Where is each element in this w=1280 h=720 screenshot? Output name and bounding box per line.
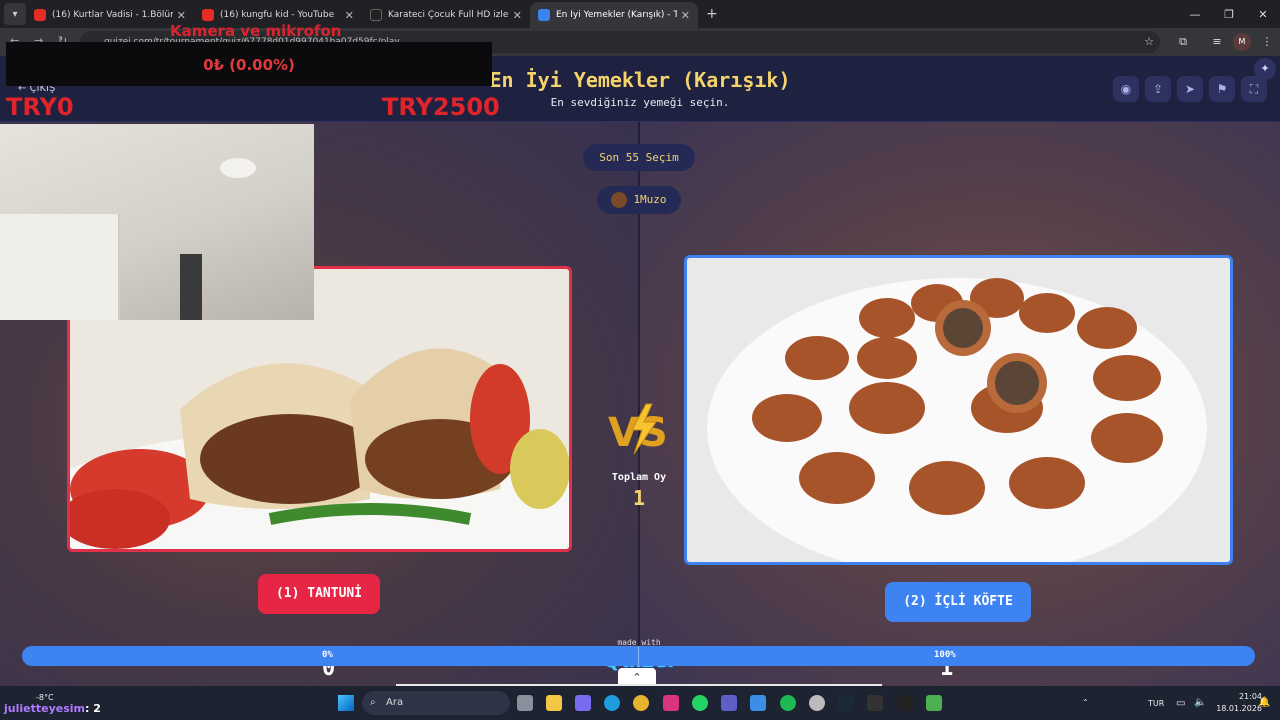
overlay-try-right: TRY2500 bbox=[382, 93, 500, 121]
close-tab-icon[interactable]: ✕ bbox=[177, 9, 186, 22]
instagram-icon[interactable] bbox=[663, 695, 679, 711]
search-icon: ⌕ bbox=[370, 697, 376, 708]
media-controls-icon[interactable]: ≡ bbox=[1208, 33, 1226, 51]
eye-icon[interactable]: ◉ bbox=[1113, 76, 1139, 102]
android-app-icon[interactable] bbox=[926, 695, 942, 711]
browser-tab-1[interactable]: (16) Kurtlar Vadisi - 1.Bölüm | Fi ✕ bbox=[26, 2, 194, 28]
new-tab-plus-icon[interactable]: + bbox=[706, 6, 718, 22]
language-indicator[interactable]: TUR bbox=[1148, 699, 1164, 708]
share-icon[interactable]: ⇪ bbox=[1145, 76, 1171, 102]
network-icon[interactable]: ▭ bbox=[1176, 698, 1185, 709]
round-pill: Son 55 Seçim bbox=[583, 144, 695, 171]
teams-icon[interactable] bbox=[721, 695, 737, 711]
chat-count: : 2 bbox=[85, 702, 101, 715]
tab-title: Karateci Çocuk Full HD izle bbox=[388, 10, 509, 20]
icli-kofte-image bbox=[687, 258, 1230, 562]
maximize-icon[interactable]: ❐ bbox=[1212, 8, 1246, 21]
vote-progress-bar: 0% 100% bbox=[22, 646, 1255, 666]
epic-games-icon[interactable] bbox=[867, 695, 883, 711]
youtube-favicon-icon bbox=[34, 9, 46, 21]
volume-icon[interactable]: 🔈 bbox=[1194, 697, 1206, 708]
store-icon[interactable] bbox=[750, 695, 766, 711]
user-avatar bbox=[611, 192, 628, 208]
windows-taskbar: julietteyesim: 2 -8°C ⌕ Ara ⌃ TUR ▭ 🔈 21… bbox=[0, 686, 1280, 720]
bookmark-star-icon[interactable]: ☆ bbox=[1140, 33, 1158, 51]
tab-search-chevron-icon[interactable]: ▾ bbox=[4, 3, 26, 25]
file-explorer-icon[interactable] bbox=[546, 695, 562, 711]
chrome-icon[interactable] bbox=[633, 695, 649, 711]
close-tab-icon[interactable]: ✕ bbox=[513, 9, 522, 22]
task-view-icon[interactable] bbox=[517, 695, 533, 711]
copilot-icon[interactable] bbox=[575, 695, 591, 711]
close-window-icon[interactable]: ✕ bbox=[1246, 8, 1280, 21]
spotify-icon[interactable] bbox=[780, 695, 796, 711]
extensions-puzzle-icon[interactable]: ⧉ bbox=[1174, 33, 1192, 51]
search-label: Ara bbox=[386, 697, 404, 708]
minimize-icon[interactable]: — bbox=[1178, 8, 1212, 21]
tray-chevron-icon[interactable]: ⌃ bbox=[1082, 698, 1089, 707]
chat-user: julietteyesim bbox=[4, 702, 85, 715]
capcut-icon[interactable] bbox=[897, 695, 913, 711]
steam-icon[interactable] bbox=[838, 695, 854, 711]
taskbar-search[interactable]: ⌕ Ara bbox=[362, 691, 510, 715]
tab-title: (16) kungfu kid - YouTube bbox=[220, 10, 335, 20]
sparkle-icon[interactable]: ✦ bbox=[1254, 58, 1276, 80]
webcam-cabinet bbox=[0, 214, 120, 320]
quizei-favicon-icon bbox=[538, 9, 550, 21]
browser-tab-4-active[interactable]: En İyi Yemekler (Karışık) - Tier L ✕ bbox=[530, 2, 698, 28]
choice-card-right[interactable] bbox=[684, 255, 1233, 565]
close-tab-icon[interactable]: ✕ bbox=[681, 9, 690, 22]
windows-start-icon[interactable] bbox=[338, 695, 354, 711]
youtube-favicon-icon bbox=[202, 9, 214, 21]
webcam-feed bbox=[0, 124, 314, 320]
clock-time[interactable]: 21:04 bbox=[1222, 692, 1262, 701]
clock-date[interactable]: 18.01.2026 bbox=[1206, 704, 1262, 713]
total-votes-value: 1 bbox=[632, 486, 646, 510]
send-icon[interactable]: ➤ bbox=[1177, 76, 1203, 102]
choice-button-left[interactable]: (1) TANTUNİ bbox=[258, 574, 380, 614]
overlay-money: 0₺ (0.00%) bbox=[203, 56, 295, 74]
user-pill: 1Muzo bbox=[597, 186, 681, 214]
user-name: 1Muzo bbox=[633, 193, 667, 206]
browser-tab-3[interactable]: Karateci Çocuk Full HD izle ✕ bbox=[362, 2, 530, 28]
vs-lightning-icon: VS bbox=[608, 403, 668, 456]
screen: ▾ (16) Kurtlar Vadisi - 1.Bölüm | Fi ✕ (… bbox=[0, 0, 1280, 720]
obs-icon[interactable] bbox=[809, 695, 825, 711]
overlay-red-title: Kamera ve mikrofon bbox=[170, 22, 342, 40]
profile-avatar[interactable]: M bbox=[1233, 33, 1251, 51]
choice-button-right[interactable]: (2) İÇLİ KÖFTE bbox=[885, 582, 1031, 622]
whatsapp-icon[interactable] bbox=[692, 695, 708, 711]
overlay-try-left: TRY0 bbox=[6, 93, 74, 121]
notification-bell-icon[interactable]: 🔔 bbox=[1258, 697, 1270, 708]
window-controls: — ❐ ✕ bbox=[1178, 0, 1280, 28]
quiz-subtitle: En sevdiğiniz yemeği seçin. bbox=[550, 96, 730, 109]
webcam-ceiling-lamp bbox=[220, 158, 256, 178]
right-percent: 100% bbox=[934, 650, 956, 660]
edge-icon[interactable] bbox=[604, 695, 620, 711]
webcam-dark-shape bbox=[180, 254, 202, 320]
tab-title: En İyi Yemekler (Karışık) - Tier L bbox=[556, 10, 677, 20]
progress-midline bbox=[638, 646, 639, 666]
chat-line-2: julietteyesim: 2 bbox=[4, 702, 101, 715]
browser-menu-kebab-icon[interactable]: ⋮ bbox=[1258, 33, 1276, 51]
tab-title: (16) Kurtlar Vadisi - 1.Bölüm | Fi bbox=[52, 10, 173, 20]
close-tab-icon[interactable]: ✕ bbox=[345, 9, 354, 22]
left-percent: 0% bbox=[322, 650, 333, 660]
weather-temp: -8°C bbox=[36, 693, 54, 702]
site-favicon-icon bbox=[370, 9, 382, 21]
total-votes-label: Toplam Oy bbox=[611, 472, 667, 483]
flag-icon[interactable]: ⚑ bbox=[1209, 76, 1235, 102]
